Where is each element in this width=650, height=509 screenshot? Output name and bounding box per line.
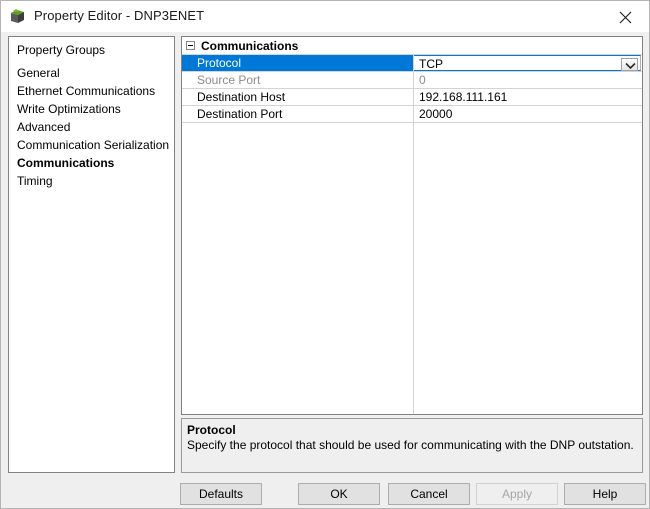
help-button[interactable]: Help (564, 483, 646, 505)
right-pane: Communications Protocol TCP Source Port … (181, 36, 643, 473)
property-value: 192.168.111.161 (419, 90, 508, 104)
property-label: Destination Host (197, 90, 286, 104)
property-name-cell: Destination Port (182, 106, 413, 122)
property-group-header[interactable]: Communications (182, 37, 642, 55)
description-panel: Protocol Specify the protocol that shoul… (181, 418, 643, 473)
property-row-protocol[interactable]: Protocol TCP (182, 55, 642, 72)
window-title: Property Editor - DNP3ENET (34, 8, 205, 23)
description-text: Specify the protocol that should be used… (187, 438, 634, 452)
sidebar-item-communication-serialization[interactable]: Communication Serialization (17, 138, 169, 152)
property-name-cell: Source Port (182, 72, 413, 88)
description-title: Protocol (187, 423, 236, 437)
sidebar-item-write-optimizations[interactable]: Write Optimizations (17, 102, 121, 116)
property-value: TCP (419, 57, 443, 71)
property-editor-window: Property Editor - DNP3ENET Property Grou… (0, 0, 650, 509)
property-value: 20000 (419, 107, 453, 121)
property-label: Source Port (197, 73, 261, 87)
property-value-cell[interactable]: 192.168.111.161 (414, 89, 642, 105)
property-value-cell: 0 (414, 72, 642, 88)
ok-button[interactable]: OK (298, 483, 380, 505)
sidebar-item-timing[interactable]: Timing (17, 174, 53, 188)
apply-button: Apply (476, 483, 558, 505)
chevron-down-icon[interactable] (621, 58, 638, 71)
sidebar-item-advanced[interactable]: Advanced (17, 120, 70, 134)
property-group-title: Communications (201, 39, 299, 53)
dialog-button-bar: Defaults OK Cancel Apply Help (1, 479, 649, 509)
property-grid: Communications Protocol TCP Source Port … (181, 36, 643, 415)
property-row-destination-port[interactable]: Destination Port 20000 (182, 106, 642, 123)
sidebar-item-communications[interactable]: Communications (17, 156, 114, 170)
property-row-destination-host[interactable]: Destination Host 192.168.111.161 (182, 89, 642, 106)
property-value-cell[interactable]: 20000 (414, 106, 642, 122)
sidebar-item-general[interactable]: General (17, 66, 60, 80)
cancel-button[interactable]: Cancel (388, 483, 470, 505)
sidebar-item-ethernet-communications[interactable]: Ethernet Communications (17, 84, 155, 98)
close-icon[interactable] (603, 1, 649, 31)
property-label: Destination Port (197, 107, 283, 121)
property-value: 0 (419, 73, 426, 87)
property-groups-panel: Property Groups General Ethernet Communi… (8, 36, 175, 473)
property-label: Protocol (197, 56, 242, 70)
collapse-minus-icon[interactable] (186, 41, 195, 50)
property-row-source-port[interactable]: Source Port 0 (182, 72, 642, 89)
property-value-cell[interactable]: TCP (414, 55, 641, 71)
property-name-cell: Protocol (182, 55, 413, 71)
property-groups-header: Property Groups (17, 43, 106, 57)
title-bar: Property Editor - DNP3ENET (1, 1, 649, 32)
property-name-cell: Destination Host (182, 89, 413, 105)
defaults-button[interactable]: Defaults (180, 483, 262, 505)
device-cube-icon (8, 7, 27, 26)
